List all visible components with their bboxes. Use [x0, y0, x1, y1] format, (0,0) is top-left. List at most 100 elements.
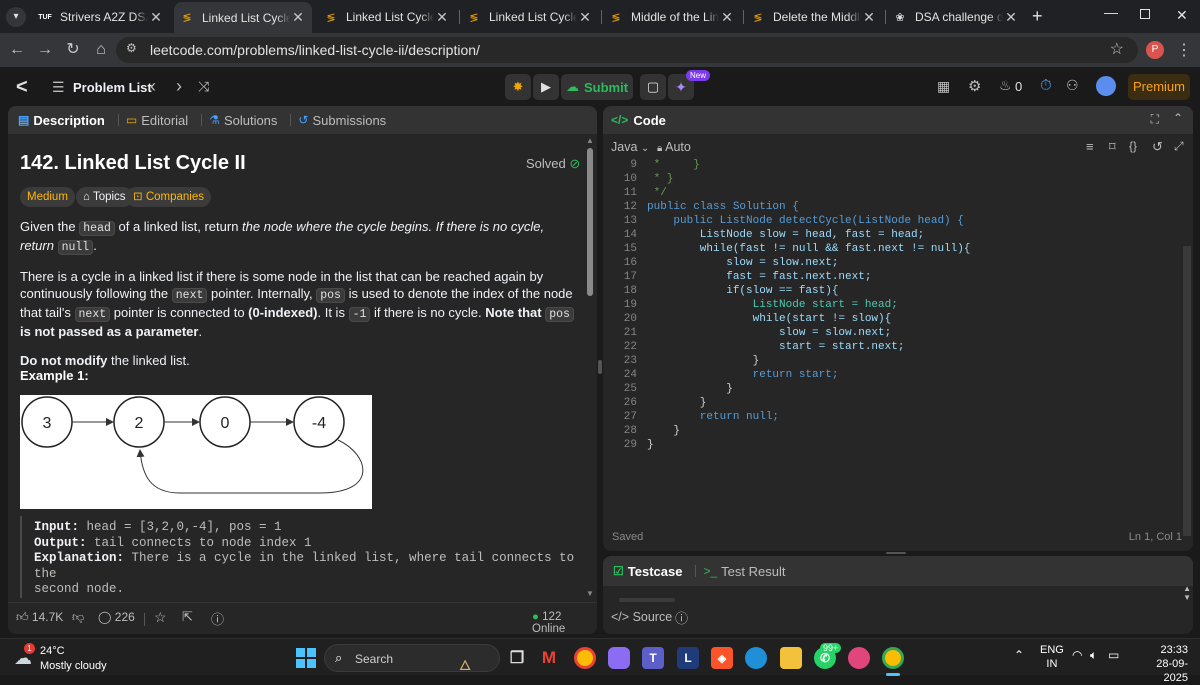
browser-tab-active[interactable]: ≶ Linked List Cycle II - L ✕	[174, 2, 312, 33]
windows-start-icon[interactable]	[296, 648, 316, 668]
volume-icon[interactable]: 🔈︎	[1090, 648, 1097, 663]
debug-button[interactable]: ✸	[505, 74, 531, 100]
chrome-profile-icon[interactable]	[882, 647, 904, 669]
difficulty-badge[interactable]: Medium	[20, 187, 75, 207]
file-explorer-icon[interactable]	[780, 647, 802, 669]
streak-fire-icon[interactable]: ♨	[999, 77, 1012, 94]
forward-arrow-icon[interactable]: →	[34, 39, 56, 61]
next-problem-icon[interactable]: ›	[176, 76, 182, 97]
dislike-button[interactable]: 👎︎	[72, 610, 84, 625]
submit-button[interactable]: ☁ Submit	[561, 74, 633, 100]
wifi-icon[interactable]: ◠	[1072, 648, 1082, 662]
source-toggle[interactable]: </> Source	[611, 610, 672, 624]
shuffle-icon[interactable]: ⤨	[198, 78, 209, 95]
bookmark-star-icon[interactable]: ☆	[1110, 39, 1124, 59]
browser-tab[interactable]: ❀ DSA challenge descri ✕	[887, 4, 1025, 30]
share-icon[interactable]: ⇱	[182, 609, 193, 625]
minimize-window-button[interactable]: —	[1104, 4, 1118, 20]
language-indicator[interactable]: ENG IN	[1040, 643, 1064, 671]
address-bar[interactable]: ⚙ leetcode.com/problems/linked-list-cycl…	[116, 37, 1138, 63]
run-button[interactable]: ▶	[533, 74, 559, 100]
weather-widget[interactable]: ☁ 1 24°C Mostly cloudy	[14, 643, 134, 673]
close-icon[interactable]: ✕	[148, 9, 164, 26]
tab-search-button[interactable]: ▾	[6, 7, 26, 27]
add-friend-icon[interactable]: ⚇	[1066, 77, 1079, 94]
back-arrow-icon[interactable]: ←	[6, 39, 28, 61]
tab-editorial[interactable]: ▭ Editorial	[126, 113, 188, 128]
close-icon[interactable]: ✕	[577, 9, 593, 26]
timer-icon[interactable]: ⏱	[1040, 77, 1052, 94]
browser-menu-icon[interactable]: ⋮	[1176, 40, 1192, 60]
gmail-icon[interactable]: M	[538, 647, 560, 669]
close-icon[interactable]: ✕	[719, 9, 735, 26]
browser-tab[interactable]: TUF Strivers A2Z DSA Cou ✕	[32, 4, 170, 30]
prev-problem-icon[interactable]: ‹	[150, 76, 156, 97]
teams-icon[interactable]: T	[642, 647, 664, 669]
restore-window-button[interactable]	[1140, 9, 1150, 19]
tray-chevron-icon[interactable]: ⌃	[1014, 648, 1024, 662]
clock[interactable]: 23:33 28-09-2025	[1134, 643, 1188, 685]
edge-icon[interactable]	[745, 647, 767, 669]
problem-list-link[interactable]: Problem List	[73, 80, 152, 95]
close-icon[interactable]: ✕	[861, 9, 877, 26]
close-window-button[interactable]: ✕	[1176, 7, 1188, 24]
browser-tab[interactable]: ≶ Delete the Middle No ✕	[745, 4, 883, 30]
battery-icon[interactable]: ▭	[1108, 648, 1119, 662]
home-icon[interactable]: ⌂	[90, 39, 112, 61]
premium-button[interactable]: Premium	[1128, 74, 1190, 100]
leetcode-logo[interactable]: <	[16, 76, 28, 99]
reset-icon[interactable]: ↺	[1152, 139, 1163, 155]
browser-tab[interactable]: ≶ Middle of the Linked ✕	[603, 4, 741, 30]
close-icon[interactable]: ✕	[1003, 9, 1019, 26]
auto-mode[interactable]: 🔒︎ Auto	[657, 140, 691, 154]
new-tab-button[interactable]: +	[1032, 6, 1043, 27]
notes-icon[interactable]: ▢	[640, 74, 666, 100]
user-avatar[interactable]	[1096, 76, 1116, 96]
tab-testcase[interactable]: ☑ Testcase	[613, 564, 682, 579]
testcase-chip[interactable]	[619, 598, 675, 602]
testcase-scroll[interactable]: ▲ ▼	[1183, 584, 1191, 602]
problem-list-icon[interactable]: ☰	[52, 79, 65, 96]
browser-tab[interactable]: ≶ Linked List Cycle II - L ✕	[318, 4, 456, 30]
photos-icon[interactable]	[848, 647, 870, 669]
code-editor[interactable]: 9 * } 10 * } 11 */ 12 public class Soluti…	[603, 158, 1183, 528]
copilot-icon[interactable]	[608, 647, 630, 669]
close-icon[interactable]: ✕	[434, 9, 450, 26]
language-selector[interactable]: Java ⌄	[611, 140, 649, 154]
editor-scrollbar-thumb[interactable]	[1183, 246, 1191, 536]
scrollbar-track[interactable]: ▲ ▼	[586, 136, 594, 602]
scroll-down-arrow[interactable]: ▼	[586, 589, 594, 598]
panel-resize-handle[interactable]	[598, 360, 602, 374]
close-icon[interactable]: ✕	[290, 9, 306, 26]
reload-icon[interactable]: ↻	[62, 39, 84, 61]
collapse-icon[interactable]: ⌃	[1173, 111, 1183, 125]
layout-icon[interactable]: ▦	[937, 78, 950, 95]
like-button[interactable]: 👍︎ 14.7K	[16, 610, 63, 625]
tab-description[interactable]: ▤ Description	[18, 113, 105, 128]
vertical-resize-handle[interactable]	[886, 552, 906, 554]
format-icon[interactable]: ≡	[1086, 139, 1094, 154]
scrollbar-thumb[interactable]	[587, 148, 593, 296]
topics-tag[interactable]: ⌂ Topics	[76, 187, 133, 207]
tab-submissions[interactable]: ↺ Submissions	[298, 113, 386, 128]
app-l-icon[interactable]: L	[677, 647, 699, 669]
braces-icon[interactable]: {}	[1129, 139, 1137, 153]
profile-avatar[interactable]: P	[1146, 41, 1164, 59]
star-icon[interactable]: ☆	[154, 609, 167, 626]
bookmark-icon[interactable]: ⌑	[1109, 139, 1116, 155]
help-icon[interactable]: ⓘ	[675, 608, 688, 627]
settings-gear-icon[interactable]: ⚙	[968, 77, 981, 95]
site-settings-icon[interactable]: ⚙	[126, 41, 137, 55]
tab-solutions[interactable]: ⚗ Solutions	[209, 113, 277, 128]
companies-tag[interactable]: ⊡ Companies	[126, 187, 212, 207]
fullscreen-icon[interactable]: ⤢	[1174, 139, 1184, 154]
taskbar-search[interactable]: ⌕ Search 🜂	[324, 644, 500, 673]
scroll-up-arrow[interactable]: ▲	[586, 136, 594, 145]
maximize-icon[interactable]: ⛶	[1151, 112, 1159, 127]
comments-button[interactable]: ◯ 226	[98, 610, 135, 624]
brave-icon[interactable]: ◈	[711, 647, 733, 669]
help-icon[interactable]: ⓘ	[211, 609, 224, 628]
browser-tab[interactable]: ≶ Linked List Cycle - Le ✕	[461, 4, 599, 30]
chrome-icon[interactable]	[574, 647, 596, 669]
task-view-icon[interactable]: ❐	[506, 647, 528, 669]
